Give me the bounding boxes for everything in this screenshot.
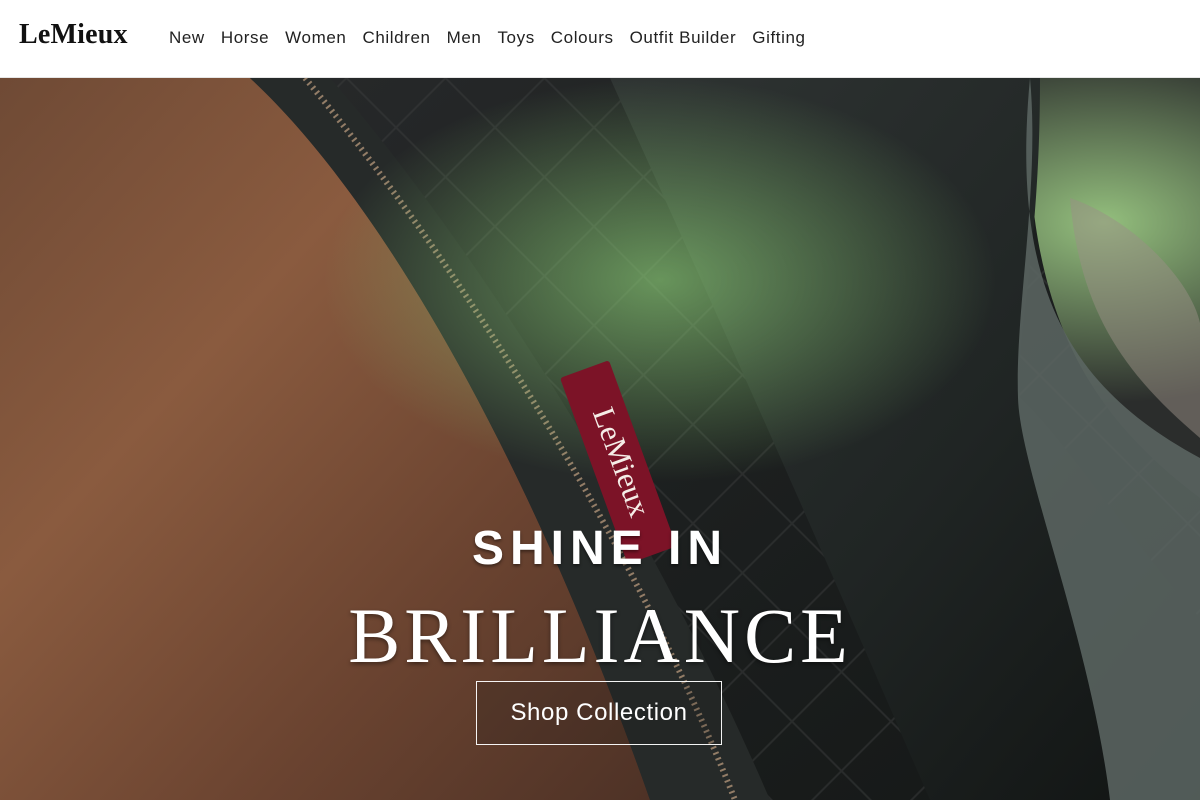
nav-item-toys[interactable]: Toys <box>497 28 534 48</box>
nav-item-women[interactable]: Women <box>285 28 346 48</box>
hero-banner: LeMieux SHINE IN BRILLIANCE Shop Collect… <box>0 78 1200 800</box>
hero-copy: SHINE IN BRILLIANCE <box>0 520 1200 682</box>
nav-item-horse[interactable]: Horse <box>221 28 269 48</box>
nav-item-gifting[interactable]: Gifting <box>752 28 805 48</box>
site-header: LeMieux New Horse Women Children Men Toy… <box>0 0 1200 78</box>
hero-eyebrow: SHINE IN <box>471 522 729 575</box>
nav-item-outfit-builder[interactable]: Outfit Builder <box>630 28 737 48</box>
nav-item-new[interactable]: New <box>169 28 205 48</box>
nav-item-colours[interactable]: Colours <box>551 28 614 48</box>
nav-item-men[interactable]: Men <box>447 28 482 48</box>
hero-headline: BRILLIANCE <box>348 592 852 679</box>
brand-logo[interactable]: LeMieux <box>19 17 128 53</box>
nav-item-children[interactable]: Children <box>362 28 430 48</box>
main-navigation: New Horse Women Children Men Toys Colour… <box>169 27 806 49</box>
shop-collection-button[interactable]: Shop Collection <box>476 681 722 745</box>
